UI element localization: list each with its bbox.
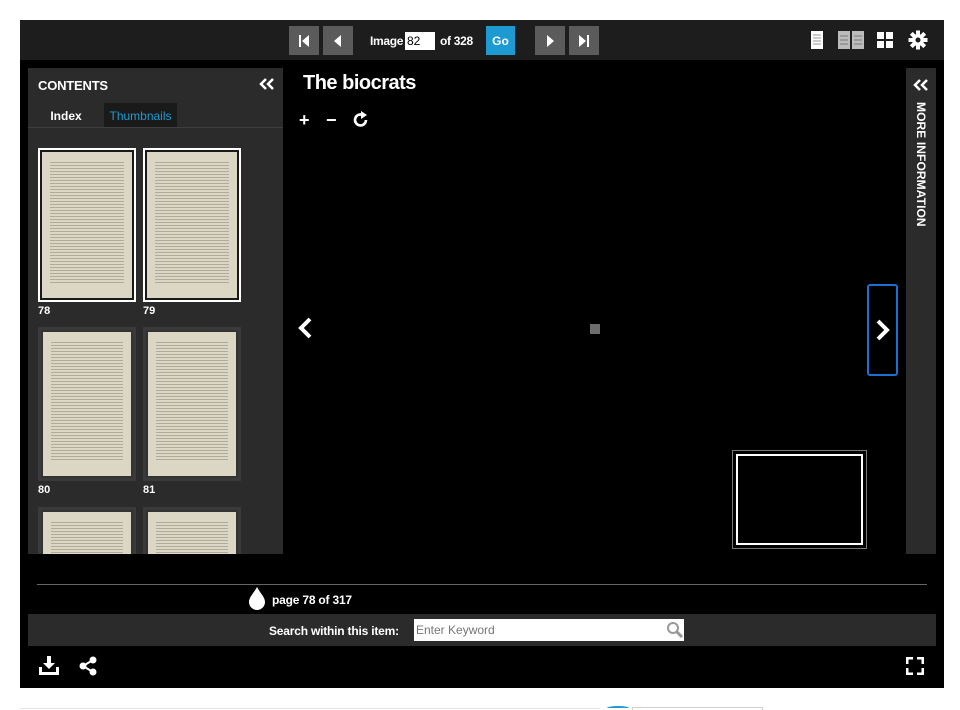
page-indicator: page 78 of 317 — [272, 593, 352, 607]
thumbnail-label: 78 — [38, 305, 51, 317]
previous-page-arrow-icon[interactable] — [296, 316, 314, 340]
two-page-view-icon[interactable] — [837, 30, 865, 50]
top-toolbar: Image of 328 Go — [20, 20, 944, 60]
contents-panel: CONTENTS Index Thumbnails 78 79 80 81 — [28, 68, 283, 554]
page-slider-handle-icon[interactable] — [247, 586, 267, 610]
thumbnail-image — [146, 330, 238, 478]
thumbnail-page-81[interactable] — [143, 327, 241, 481]
previous-page-icon — [334, 34, 341, 47]
navigator-minimap[interactable] — [732, 450, 867, 549]
first-page-button[interactable] — [289, 26, 319, 55]
thumbnail-image — [40, 150, 134, 300]
book-title: The biocrats — [303, 72, 416, 94]
page-divider — [20, 708, 600, 709]
loading-indicator — [590, 324, 600, 334]
go-button[interactable]: Go — [486, 26, 515, 55]
search-input[interactable] — [414, 619, 684, 641]
download-icon[interactable] — [38, 656, 60, 676]
navigator-viewport[interactable] — [736, 454, 863, 545]
collapse-contents-icon[interactable] — [259, 77, 275, 91]
search-icon[interactable] — [666, 621, 684, 639]
one-page-view-icon[interactable] — [810, 30, 824, 50]
thumbnail-image — [146, 510, 238, 554]
next-page-button[interactable] — [535, 26, 565, 55]
tab-index[interactable]: Index — [40, 103, 92, 128]
zoom-in-button[interactable]: + — [299, 110, 310, 131]
thumbnail-page-79[interactable] — [143, 148, 241, 302]
next-page-icon — [547, 34, 554, 47]
fullscreen-icon[interactable] — [906, 657, 924, 675]
rotate-icon[interactable] — [352, 111, 370, 129]
tab-thumbnails[interactable]: Thumbnails — [104, 103, 177, 128]
thumbnail-image — [41, 330, 133, 478]
page-slider-track[interactable] — [37, 584, 927, 585]
image-label: Image — [370, 34, 404, 48]
thumbnail-page-82[interactable] — [38, 507, 136, 554]
thumbnail-label: 81 — [143, 484, 156, 496]
last-page-icon — [579, 34, 589, 47]
thumbnail-label: 79 — [143, 305, 156, 317]
first-page-icon — [299, 34, 309, 47]
thumbnail-page-80[interactable] — [38, 327, 136, 481]
gallery-view-icon[interactable] — [876, 30, 894, 50]
thumbnail-image — [145, 150, 239, 300]
gear-icon[interactable] — [908, 30, 928, 50]
partial-element — [607, 706, 629, 710]
more-information-label: MORE INFORMATION — [914, 102, 928, 227]
contents-title: CONTENTS — [38, 78, 108, 93]
thumbnail-image — [41, 510, 133, 554]
zoom-out-button[interactable]: − — [326, 110, 337, 131]
tab-divider — [28, 127, 283, 128]
book-viewer: Image of 328 Go — [20, 20, 944, 688]
image-total-label: of 328 — [440, 34, 473, 48]
thumbnail-page-83[interactable] — [143, 507, 241, 554]
previous-page-button[interactable] — [323, 26, 353, 55]
more-information-panel[interactable]: MORE INFORMATION — [906, 68, 936, 554]
image-number-input[interactable] — [405, 32, 435, 50]
search-bar: Search within this item: — [28, 614, 936, 646]
share-icon[interactable] — [78, 656, 98, 676]
thumbnail-page-78[interactable] — [38, 148, 136, 302]
search-label: Search within this item: — [269, 624, 399, 638]
next-page-arrow-button[interactable] — [867, 284, 898, 376]
next-page-arrow-icon — [876, 319, 890, 341]
thumbnail-label: 80 — [38, 484, 51, 496]
expand-info-icon[interactable] — [913, 78, 929, 92]
last-page-button[interactable] — [569, 26, 599, 55]
